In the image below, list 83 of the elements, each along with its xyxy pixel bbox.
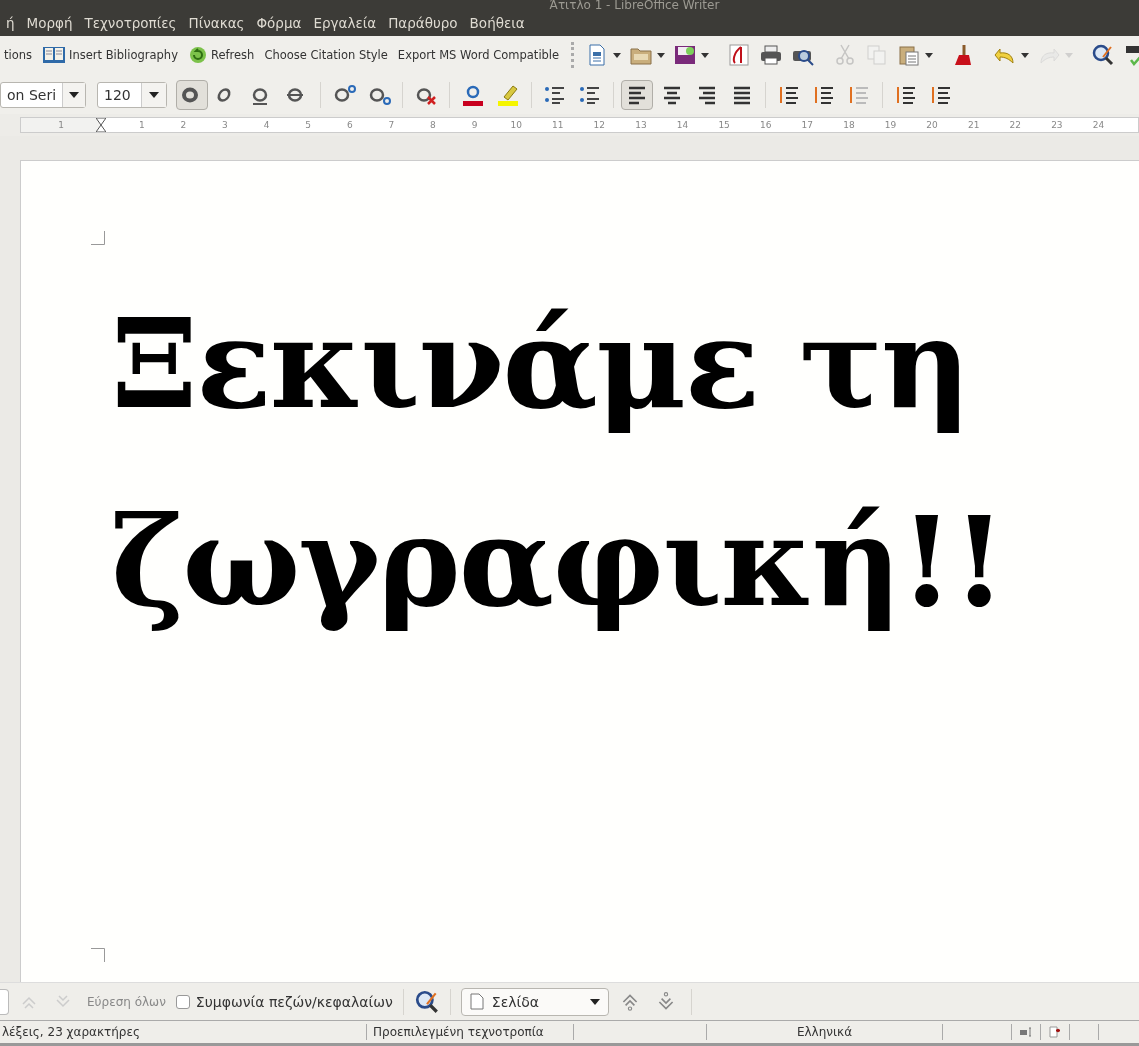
toolbar-grip[interactable] (571, 42, 575, 68)
ruler-number: 20 (925, 120, 939, 130)
ruler-number: 7 (387, 120, 396, 130)
ruler-number: 11 (551, 120, 565, 130)
caret-icon (1065, 52, 1074, 58)
ruler-number: 6 (345, 120, 354, 130)
find-field[interactable] (0, 988, 9, 1015)
ruler-number: 1 (137, 120, 146, 130)
caret-icon (149, 92, 159, 98)
toolbar-text-button[interactable]: Export MS Word Compatible (393, 40, 564, 70)
ruler-number: 23 (1050, 120, 1064, 130)
insert-bibliography-button[interactable]: Insert Bibliography (38, 40, 182, 70)
caret-icon (1021, 52, 1030, 58)
bullets-icon (543, 84, 567, 106)
ruler-number: 9 (470, 120, 479, 130)
clipboard-icon (897, 43, 922, 67)
indent-marker-icon[interactable] (96, 118, 106, 132)
menu-item[interactable]: Πίνακας (182, 15, 251, 31)
align-left-button[interactable] (621, 80, 653, 110)
font-size-field[interactable]: 120 (97, 82, 167, 108)
ruler-number: 1 (58, 120, 64, 130)
document-modified-icon[interactable] (1049, 1026, 1061, 1038)
ruler-number: 16 (758, 120, 773, 130)
insert-mode-icon[interactable] (1020, 1027, 1032, 1037)
caret-icon (589, 998, 600, 1005)
ruler-number: 19 (883, 120, 898, 130)
find-replace-icon (1091, 43, 1116, 67)
book-icon (42, 45, 67, 65)
ruler-number: 24 (1091, 120, 1106, 130)
toolbar-text-button[interactable]: tions (0, 40, 37, 70)
ruler-number: 17 (800, 120, 814, 130)
word-count: λέξεις, 23 χαρακτήρες (0, 1024, 367, 1040)
menu-item[interactable]: ή (0, 15, 21, 31)
font-name-field[interactable]: on Seri (0, 82, 86, 108)
outdent-icon (929, 84, 953, 106)
ruler-number: 18 (842, 120, 856, 130)
ruler-number: 4 (262, 120, 271, 130)
ruler-number: 2 (179, 120, 188, 130)
fontcolor-icon (461, 84, 485, 106)
highlight-icon (496, 84, 520, 106)
caret-icon (657, 52, 666, 58)
caret-icon (69, 92, 79, 98)
ruler-number: 3 (221, 120, 229, 130)
checkbox[interactable] (175, 994, 190, 1009)
indent-icon (894, 84, 918, 106)
page-style[interactable]: Προεπιλεγμένη τεχνοτροπία (367, 1024, 574, 1040)
language[interactable]: Ελληνικά (707, 1024, 943, 1040)
spacing-icon (777, 84, 801, 106)
match-case-checkbox[interactable]: Συμφωνία πεζών/κεφαλαίων (175, 993, 393, 1010)
ruler-number: 22 (1008, 120, 1022, 130)
menu-item[interactable]: Φόρμα (250, 15, 308, 31)
margin-corner-mark (91, 231, 105, 245)
window-title: Άτιτλο 1 - LibreOffice Writer (549, 0, 720, 10)
caret-icon (701, 52, 710, 58)
menu-item[interactable]: Μορφή (20, 15, 79, 31)
pdf-icon (727, 43, 752, 67)
toolbar-text-button[interactable]: Choose Citation Style (260, 40, 392, 70)
menu-item[interactable]: Βοήθεια (463, 15, 531, 31)
horizontal-ruler[interactable]: 1 1 2 3 4 5 6 7 8 9 10 11 12 13 14 15 16 17 18 19 20 21 22 23 24 (20, 117, 1139, 133)
refresh-icon (187, 45, 208, 65)
menu-item[interactable]: Τεχνοτροπίες (78, 15, 183, 31)
ruler-number: 5 (304, 120, 313, 130)
menu-item[interactable]: Εργαλεία (307, 15, 383, 31)
search-type-dropdown[interactable]: Σελίδα (460, 987, 609, 1016)
printer-icon (759, 43, 784, 67)
ruler-number: 15 (717, 120, 731, 130)
caret-icon (613, 52, 622, 58)
ruler-number: 21 (966, 120, 981, 130)
document-page[interactable]: Ξεκινάμε τη ζωγραφική!! (20, 160, 1139, 982)
ruler-number: 8 (429, 120, 437, 130)
para-up-icon (812, 84, 836, 106)
page-icon (469, 993, 484, 1010)
bold-button[interactable] (176, 80, 208, 110)
ruler-number: 10 (509, 120, 523, 130)
ruler-number: 14 (675, 120, 690, 130)
caret-icon (925, 52, 934, 58)
find-replace-icon[interactable] (413, 988, 440, 1015)
margin-corner-mark (91, 948, 105, 962)
menu-item[interactable]: Παράθυρο (382, 15, 464, 31)
ruler-number: 13 (634, 120, 648, 130)
document-text: Ξεκινάμε τη ζωγραφική!! (110, 290, 1006, 636)
ruler-number: 12 (592, 120, 607, 130)
refresh-button[interactable]: Refresh (183, 40, 259, 70)
